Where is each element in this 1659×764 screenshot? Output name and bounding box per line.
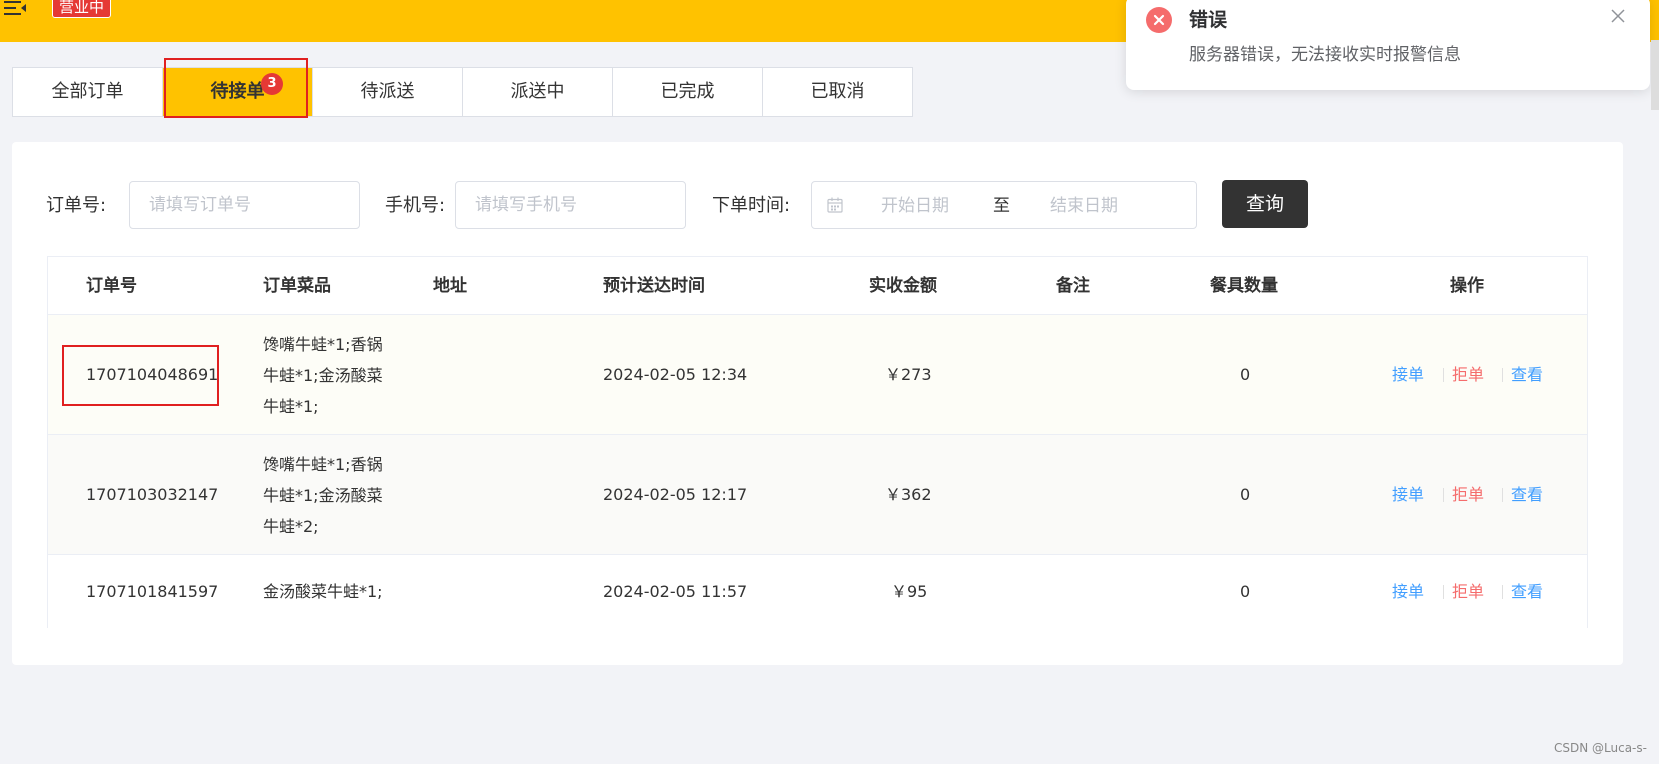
column-header: 地址 <box>433 276 467 296</box>
notification-title: 错误 <box>1189 9 1228 31</box>
reject-order-link[interactable]: 拒单 <box>1452 483 1484 507</box>
calendar-icon <box>827 197 843 213</box>
dishes-cell-line: 牛蛙*2; <box>263 517 319 536</box>
action-divider <box>1443 585 1444 599</box>
eta-cell: 2024-02-05 12:34 <box>603 365 748 384</box>
column-header: 餐具数量 <box>1210 276 1278 296</box>
table-row: 1707104048691 馋嘴牛蛙*1;香锅 牛蛙*1;金汤酸菜 牛蛙*1; … <box>48 314 1587 435</box>
dishes-cell-line: 牛蛙*1;金汤酸菜 <box>263 486 383 505</box>
error-circle-icon <box>1146 7 1172 33</box>
column-header: 备注 <box>1056 276 1090 296</box>
tab-pending-dispatch[interactable]: 待派送 <box>313 68 463 116</box>
tableware-cell: 0 <box>1240 582 1251 601</box>
amount-cell: ￥95 <box>891 582 928 601</box>
phone-label: 手机号: <box>385 195 446 216</box>
view-order-link[interactable]: 查看 <box>1511 363 1543 387</box>
eta-cell: 2024-02-05 11:57 <box>603 582 748 601</box>
phone-input[interactable] <box>455 181 686 229</box>
column-header: 订单号 <box>86 276 137 296</box>
amount-cell: ￥362 <box>885 485 932 504</box>
reject-order-link[interactable]: 拒单 <box>1452 580 1484 604</box>
watermark-text: CSDN @Luca-s- <box>1554 741 1647 755</box>
view-order-link[interactable]: 查看 <box>1511 483 1543 507</box>
action-divider <box>1502 585 1503 599</box>
order-no-cell: 1707101841597 <box>86 582 219 601</box>
table-row: 1707101841597 金汤酸菜牛蛙*1; 2024-02-05 11:57… <box>48 554 1587 628</box>
order-no-cell: 1707103032147 <box>86 485 219 504</box>
order-no-input[interactable] <box>129 181 360 229</box>
dishes-cell-line: 金汤酸菜牛蛙*1; <box>263 582 383 601</box>
order-status-tabs: 全部订单 待接单 待派送 派送中 已完成 已取消 <box>12 67 913 117</box>
accept-order-link[interactable]: 接单 <box>1392 580 1424 604</box>
date-start-input[interactable]: 开始日期 <box>881 194 949 218</box>
dishes-cell-line: 馋嘴牛蛙*1;香锅 <box>263 455 383 474</box>
close-icon[interactable] <box>1610 8 1626 24</box>
orders-table: 订单号 订单菜品 地址 预计送达时间 实收金额 备注 餐具数量 操作 17071… <box>47 256 1588 628</box>
reject-order-link[interactable]: 拒单 <box>1452 363 1484 387</box>
accept-order-link[interactable]: 接单 <box>1392 363 1424 387</box>
accept-order-link[interactable]: 接单 <box>1392 483 1424 507</box>
table-row: 1707103032147 馋嘴牛蛙*1;香锅 牛蛙*1;金汤酸菜 牛蛙*2; … <box>48 434 1587 555</box>
error-notification: 错误 服务器错误，无法接收实时报警信息 <box>1126 0 1650 90</box>
order-time-label: 下单时间: <box>712 195 791 216</box>
column-header: 实收金额 <box>869 276 937 296</box>
view-order-link[interactable]: 查看 <box>1511 580 1543 604</box>
scrollbar[interactable] <box>1651 40 1659 110</box>
store-status-badge: 营业中 <box>52 0 112 18</box>
amount-cell: ￥273 <box>885 365 932 384</box>
column-header: 预计送达时间 <box>603 276 705 296</box>
column-header: 订单菜品 <box>263 276 331 296</box>
tab-completed[interactable]: 已完成 <box>613 68 763 116</box>
action-divider <box>1502 488 1503 502</box>
date-end-input[interactable]: 结束日期 <box>1050 194 1118 218</box>
date-separator: 至 <box>993 196 1010 216</box>
action-divider <box>1502 368 1503 382</box>
action-divider <box>1443 488 1444 502</box>
order-no-label: 订单号: <box>46 195 107 216</box>
notification-message: 服务器错误，无法接收实时报警信息 <box>1189 45 1461 65</box>
tableware-cell: 0 <box>1240 485 1251 504</box>
annotation-highlight-box <box>62 345 219 406</box>
tab-all-orders[interactable]: 全部订单 <box>13 68 163 116</box>
query-button[interactable]: 查询 <box>1222 180 1308 228</box>
tab-delivering[interactable]: 派送中 <box>463 68 613 116</box>
column-header: 操作 <box>1450 276 1484 296</box>
eta-cell: 2024-02-05 12:17 <box>603 485 748 504</box>
date-range-picker[interactable]: 开始日期 至 结束日期 <box>811 181 1197 229</box>
dishes-cell-line: 馋嘴牛蛙*1;香锅 <box>263 335 383 354</box>
tab-cancelled[interactable]: 已取消 <box>763 68 912 116</box>
annotation-highlight-box <box>164 58 308 118</box>
action-divider <box>1443 368 1444 382</box>
dishes-cell-line: 牛蛙*1;金汤酸菜 <box>263 366 383 385</box>
dishes-cell-line: 牛蛙*1; <box>263 397 319 416</box>
menu-collapse-icon[interactable] <box>4 0 26 16</box>
tableware-cell: 0 <box>1240 365 1251 384</box>
